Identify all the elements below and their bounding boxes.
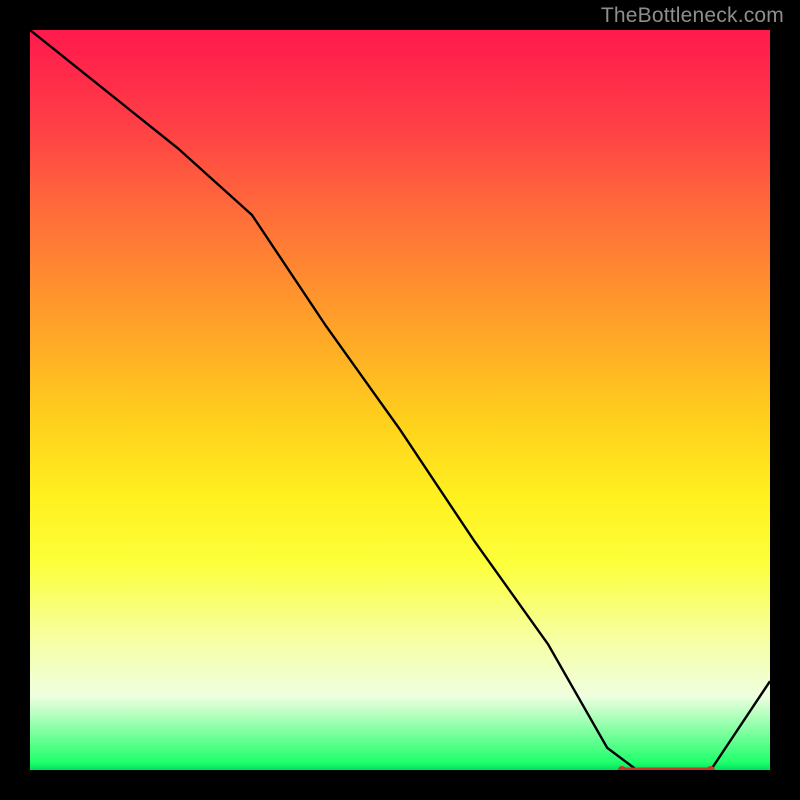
watermark-text: TheBottleneck.com	[601, 4, 784, 28]
chart-canvas: TheBottleneck.com	[0, 0, 800, 800]
chart-line	[30, 30, 770, 770]
plot-area	[30, 30, 770, 770]
